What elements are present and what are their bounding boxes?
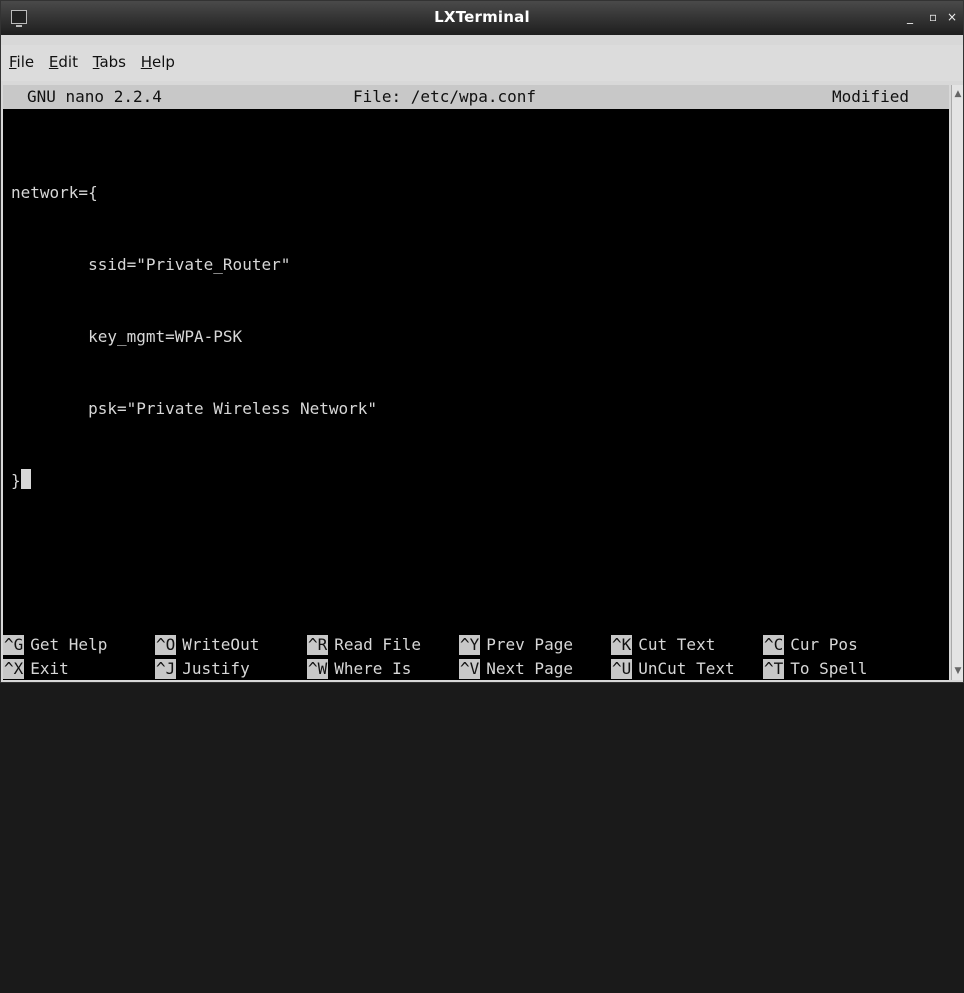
menu-file[interactable]: File [9, 53, 34, 71]
editor-content[interactable]: network={ ssid="Private_Router" key_mgmt… [11, 133, 377, 541]
shortcut-where-is[interactable]: ^W Where Is [307, 657, 411, 681]
editor-line: key_mgmt=WPA-PSK [11, 327, 243, 346]
shortcut-uncut-text[interactable]: ^U UnCut Text [611, 657, 735, 681]
menu-help[interactable]: Help [141, 53, 175, 71]
nano-filename: File: /etc/wpa.conf [353, 87, 537, 106]
text-cursor [20, 469, 31, 489]
title-bar[interactable]: LXTerminal _ ▫ × [1, 1, 963, 35]
scrollbar[interactable]: ▲ ▼ [951, 85, 963, 680]
shortcut-cut-text[interactable]: ^K Cut Text [611, 633, 715, 657]
close-button[interactable]: × [947, 10, 957, 24]
maximize-button[interactable]: ▫ [929, 10, 937, 24]
lxterminal-window: LXTerminal _ ▫ × File Edit Tabs Help GNU… [0, 0, 964, 683]
shortcut-read-file[interactable]: ^R Read File [307, 633, 421, 657]
shortcut-get-help[interactable]: ^G Get Help [3, 633, 107, 657]
terminal-area[interactable]: GNU nano 2.2.4 File: /etc/wpa.conf Modif… [3, 85, 949, 680]
editor-line: ssid="Private_Router" [11, 255, 291, 274]
menu-edit[interactable]: Edit [49, 53, 78, 71]
menu-bar: File Edit Tabs Help [1, 45, 963, 81]
nano-shortcut-bar: ^G Get Help ^O WriteOut ^R Read File ^Y Prev… [3, 633, 949, 681]
shortcut-next-page[interactable]: ^V Next Page [459, 657, 573, 681]
scroll-down-icon[interactable]: ▼ [952, 664, 964, 678]
shortcut-justify[interactable]: ^J Justify [155, 657, 250, 681]
editor-line: psk="Private Wireless Network" [11, 399, 378, 418]
menu-tabs[interactable]: Tabs [93, 53, 126, 71]
shortcut-writeout[interactable]: ^O WriteOut [155, 633, 259, 657]
editor-line-last: } [11, 469, 377, 493]
nano-status-bar: GNU nano 2.2.4 File: /etc/wpa.conf Modif… [3, 85, 949, 109]
nano-modified-state: Modified [832, 87, 910, 106]
editor-line: network={ [11, 183, 98, 202]
scroll-up-icon[interactable]: ▲ [952, 87, 964, 101]
shortcut-to-spell[interactable]: ^T To Spell [763, 657, 867, 681]
shortcut-cur-pos[interactable]: ^C Cur Pos [763, 633, 858, 657]
shortcut-exit[interactable]: ^X Exit [3, 657, 69, 681]
shortcut-prev-page[interactable]: ^Y Prev Page [459, 633, 573, 657]
window-title: LXTerminal [434, 8, 530, 26]
nano-version: GNU nano 2.2.4 [27, 87, 162, 106]
minimize-button[interactable]: _ [907, 10, 913, 24]
